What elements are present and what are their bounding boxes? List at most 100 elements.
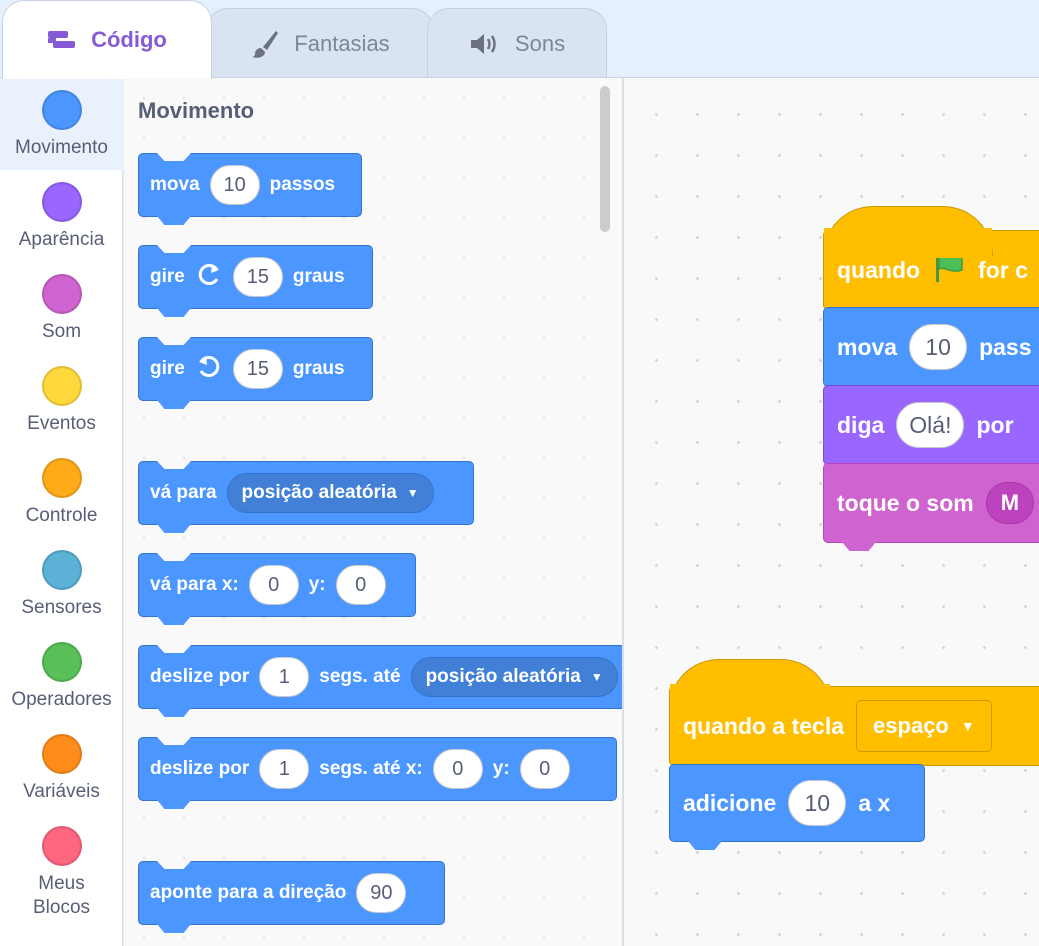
- change-x-block[interactable]: adicione 10 a x: [669, 764, 925, 850]
- category-label: Meus: [38, 873, 85, 894]
- tab-costumes[interactable]: Fantasias: [206, 8, 434, 78]
- category-label: Sensores: [21, 597, 102, 618]
- y-input[interactable]: 0: [335, 565, 386, 605]
- block-text: graus: [292, 266, 345, 287]
- rotate-right-icon: [195, 260, 223, 294]
- category-dot-icon: [41, 642, 82, 682]
- block-text: por: [976, 411, 1014, 438]
- dropdown-value: posição aleatória: [425, 666, 581, 687]
- turn-left-block[interactable]: gire 15 graus: [138, 337, 373, 409]
- script-workspace[interactable]: quando for c mova 10 pass diga Olá! por: [624, 78, 1039, 946]
- category-events[interactable]: Eventos: [0, 354, 123, 446]
- block-text: a x: [858, 789, 891, 816]
- dropdown-value: posição aleatória: [241, 482, 397, 503]
- tab-sounds-label: Sons: [514, 30, 566, 56]
- block-text: pass: [979, 333, 1032, 360]
- category-variables[interactable]: Variáveis: [0, 722, 123, 814]
- play-sound-block[interactable]: toque o som M: [823, 463, 1039, 551]
- category-label: Controle: [25, 505, 98, 526]
- when-key-pressed-block[interactable]: quando a tecla espaço ▼: [669, 686, 1039, 774]
- palette-scrollbar[interactable]: [600, 86, 610, 232]
- x-input[interactable]: 0: [432, 749, 483, 789]
- steps-input[interactable]: 10: [909, 324, 968, 370]
- category-sound[interactable]: Som: [0, 262, 123, 354]
- category-dot-icon: [41, 90, 82, 130]
- block-text: deslize por: [150, 758, 250, 779]
- tab-code-label: Código: [91, 27, 167, 52]
- hat-cap-fill: [670, 684, 830, 694]
- block-text: quando: [837, 256, 921, 283]
- hat-cap-fill: [824, 228, 992, 258]
- point-direction-block[interactable]: aponte para a direção 90: [138, 861, 445, 933]
- move-steps-block[interactable]: mova 10 passos: [138, 153, 362, 225]
- go-to-block[interactable]: vá para posição aleatória ▼: [138, 461, 474, 533]
- block-text: gire: [150, 266, 185, 287]
- category-dot-icon: [41, 550, 82, 590]
- glide-to-block[interactable]: deslize por 1 segs. até posição aleatóri…: [138, 645, 622, 717]
- block-text: toque o som: [837, 489, 974, 516]
- code-editor: Movimento Aparência Som Eventos Controle…: [0, 77, 1039, 946]
- category-label: Aparência: [18, 229, 105, 250]
- rotate-left-icon: [195, 352, 223, 386]
- target-dropdown[interactable]: posição aleatória ▼: [226, 473, 434, 513]
- category-looks[interactable]: Aparência: [0, 170, 123, 262]
- category-control[interactable]: Controle: [0, 446, 123, 538]
- category-label: Movimento: [15, 137, 108, 158]
- degrees-input[interactable]: 15: [232, 349, 283, 389]
- category-label: Variáveis: [23, 781, 100, 802]
- move-steps-block[interactable]: mova 10 pass: [823, 307, 1039, 395]
- tab-costumes-label: Fantasias: [294, 30, 390, 56]
- seconds-input[interactable]: 1: [259, 657, 310, 697]
- tab-code[interactable]: Código: [2, 0, 212, 79]
- message-input[interactable]: Olá!: [896, 402, 965, 448]
- category-dot-icon: [41, 182, 82, 222]
- dropdown-value: espaço: [873, 713, 949, 738]
- editor-tabs: Código Fantasias Sons: [0, 0, 1039, 79]
- block-text: segs. até: [319, 666, 401, 687]
- x-input[interactable]: 0: [248, 565, 299, 605]
- y-input[interactable]: 0: [519, 749, 570, 789]
- block-text: graus: [292, 358, 345, 379]
- category-sensing[interactable]: Sensores: [0, 538, 123, 630]
- speaker-icon: [469, 32, 501, 56]
- code-icon: [47, 29, 77, 51]
- category-operators[interactable]: Operadores: [0, 630, 123, 722]
- key-dropdown[interactable]: espaço ▼: [856, 700, 992, 752]
- category-dot-icon: [41, 734, 82, 774]
- change-input[interactable]: 10: [788, 780, 847, 826]
- category-motion[interactable]: Movimento: [0, 78, 123, 170]
- glide-to-xy-block[interactable]: deslize por 1 segs. até x: 0 y: 0: [138, 737, 617, 809]
- block-text: y:: [492, 758, 510, 779]
- steps-input[interactable]: 10: [209, 165, 260, 205]
- seconds-input[interactable]: 1: [259, 749, 310, 789]
- brush-icon: [250, 29, 280, 59]
- go-to-xy-block[interactable]: vá para x: 0 y: 0: [138, 553, 416, 625]
- chevron-down-icon: ▼: [590, 670, 603, 684]
- block-text: vá para x:: [150, 574, 239, 595]
- chevron-down-icon: ▼: [960, 718, 975, 734]
- sound-dropdown[interactable]: M: [985, 482, 1035, 524]
- block-text: diga: [837, 411, 885, 438]
- block-text: for c: [978, 256, 1028, 283]
- chevron-down-icon: ▼: [406, 486, 419, 500]
- block-text: y:: [308, 574, 326, 595]
- block-text: passos: [269, 174, 336, 195]
- say-for-secs-block[interactable]: diga Olá! por: [823, 385, 1039, 473]
- category-my-blocks[interactable]: Meus Blocos: [0, 814, 123, 934]
- block-text: deslize por: [150, 666, 250, 687]
- category-dot-icon: [41, 826, 82, 866]
- block-palette: Movimento mova 10 passos gire 15 graus g…: [124, 78, 622, 946]
- tab-sounds[interactable]: Sons: [427, 8, 607, 78]
- block-text: quando a tecla: [683, 712, 845, 739]
- palette-section-title: Movimento: [138, 98, 255, 123]
- direction-input[interactable]: 90: [356, 873, 407, 913]
- turn-right-block[interactable]: gire 15 graus: [138, 245, 373, 317]
- block-text: aponte para a direção: [150, 882, 347, 903]
- target-dropdown[interactable]: posição aleatória ▼: [410, 657, 618, 697]
- block-text: segs. até x:: [319, 758, 423, 779]
- category-label: Operadores: [11, 689, 112, 710]
- degrees-input[interactable]: 15: [232, 257, 283, 297]
- category-dot-icon: [41, 366, 82, 406]
- block-text: mova: [150, 174, 200, 195]
- category-label-line2: Blocos: [32, 897, 91, 918]
